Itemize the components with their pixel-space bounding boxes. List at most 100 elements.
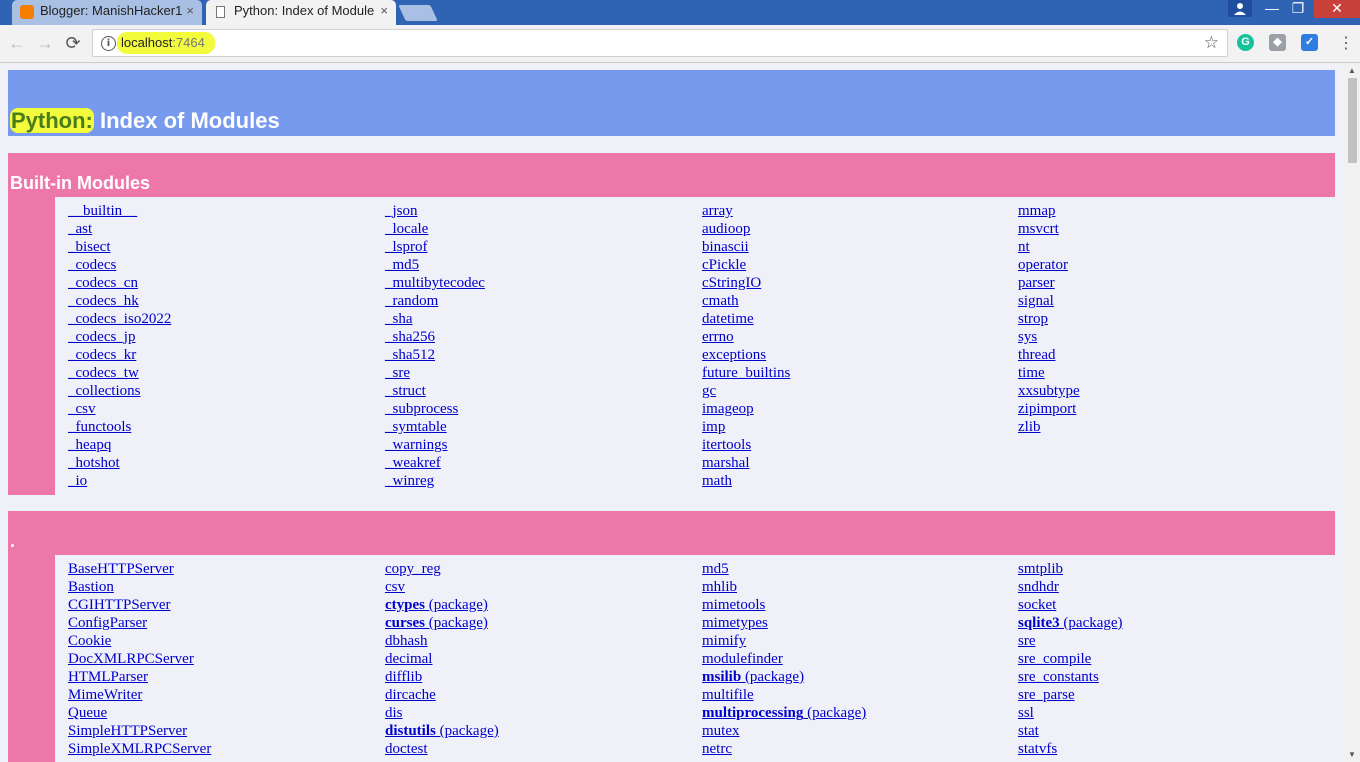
vertical-scrollbar[interactable]: ▲ ▼ [1345,63,1360,762]
module-link[interactable]: mimetypes [702,614,866,632]
module-link[interactable]: dbhash [385,632,499,650]
maximize-button[interactable]: ❐ [1286,0,1310,18]
module-link[interactable]: _weakref [385,454,485,472]
module-link[interactable]: difflib [385,668,499,686]
module-link[interactable]: _struct [385,382,485,400]
module-link[interactable]: marshal [702,454,790,472]
module-link[interactable]: _random [385,292,485,310]
module-link[interactable]: _sre [385,364,485,382]
chrome-menu-icon[interactable]: ⋮ [1338,33,1354,53]
module-link[interactable]: ctypes (package) [385,596,499,614]
module-link[interactable]: _collections [68,382,171,400]
module-link[interactable]: audioop [702,220,790,238]
module-link[interactable]: gc [702,382,790,400]
module-link[interactable]: datetime [702,310,790,328]
module-link[interactable]: _sha256 [385,328,485,346]
module-link[interactable]: dircache [385,686,499,704]
module-link[interactable]: zipimport [1018,400,1080,418]
module-link[interactable]: _codecs_cn [68,274,171,292]
scrollbar-thumb[interactable] [1348,78,1357,163]
module-link[interactable]: md5 [702,560,866,578]
module-link[interactable]: multiprocessing (package) [702,704,866,722]
module-link[interactable]: HTMLParser [68,668,211,686]
url-text[interactable]: localhost:7464 [121,35,205,50]
module-link[interactable]: _lsprof [385,238,485,256]
module-link[interactable]: ssl [1018,704,1123,722]
module-link[interactable]: _codecs_tw [68,364,171,382]
module-link[interactable]: strop [1018,310,1080,328]
close-tab-icon[interactable]: × [380,3,388,18]
module-link[interactable]: _subprocess [385,400,485,418]
module-link[interactable]: _codecs_jp [68,328,171,346]
module-link[interactable]: binascii [702,238,790,256]
module-link[interactable]: operator [1018,256,1080,274]
module-link[interactable]: DocXMLRPCServer [68,650,211,668]
module-link[interactable]: _codecs_hk [68,292,171,310]
module-link[interactable]: _sha512 [385,346,485,364]
module-link[interactable]: nt [1018,238,1080,256]
module-link[interactable]: array [702,202,790,220]
module-link[interactable]: stat [1018,722,1123,740]
module-link[interactable]: _codecs_kr [68,346,171,364]
module-link[interactable]: sndhdr [1018,578,1123,596]
module-link[interactable]: smtplib [1018,560,1123,578]
module-link[interactable]: SimpleXMLRPCServer [68,740,211,758]
close-window-button[interactable]: ✕ [1314,0,1360,18]
forward-button[interactable]: → [34,32,56,54]
scroll-down-arrow-icon[interactable]: ▼ [1348,750,1356,759]
module-link[interactable]: _csv [68,400,171,418]
module-link[interactable]: _winreg [385,472,485,490]
module-link[interactable]: doctest [385,740,499,758]
module-link[interactable]: Bastion [68,578,211,596]
module-link[interactable]: thread [1018,346,1080,364]
module-link[interactable]: statvfs [1018,740,1123,758]
profile-icon[interactable] [1228,0,1252,17]
module-link[interactable]: mhlib [702,578,866,596]
module-link[interactable]: _sha [385,310,485,328]
module-link[interactable]: parser [1018,274,1080,292]
module-link[interactable]: _symtable [385,418,485,436]
module-link[interactable]: future_builtins [702,364,790,382]
module-link[interactable]: _heapq [68,436,171,454]
module-link[interactable]: imp [702,418,790,436]
tab-python-index[interactable]: Python: Index of Module × [206,0,396,25]
module-link[interactable]: distutils (package) [385,722,499,740]
module-link[interactable]: _bisect [68,238,171,256]
module-link[interactable]: imageop [702,400,790,418]
module-link[interactable]: multifile [702,686,866,704]
tab-blogger[interactable]: Blogger: ManishHacker1 × [12,0,202,25]
module-link[interactable]: cPickle [702,256,790,274]
module-link[interactable]: xxsubtype [1018,382,1080,400]
module-link[interactable]: msilib (package) [702,668,866,686]
module-link[interactable]: csv [385,578,499,596]
module-link[interactable]: socket [1018,596,1123,614]
module-link[interactable]: msvcrt [1018,220,1080,238]
extension-icon[interactable]: ◆ [1269,34,1286,51]
module-link[interactable]: mmap [1018,202,1080,220]
module-link[interactable]: sqlite3 (package) [1018,614,1123,632]
back-button[interactable]: ← [6,32,28,54]
module-link[interactable]: sre_compile [1018,650,1123,668]
module-link[interactable]: cmath [702,292,790,310]
module-link[interactable]: modulefinder [702,650,866,668]
module-link[interactable]: sre [1018,632,1123,650]
module-link[interactable]: signal [1018,292,1080,310]
module-link[interactable]: math [702,472,790,490]
module-link[interactable]: copy_reg [385,560,499,578]
module-link[interactable]: _warnings [385,436,485,454]
module-link[interactable]: _io [68,472,171,490]
module-link[interactable]: _md5 [385,256,485,274]
module-link[interactable]: _functools [68,418,171,436]
bookmark-star-icon[interactable]: ☆ [1204,33,1219,53]
module-link[interactable]: itertools [702,436,790,454]
module-link[interactable]: sre_constants [1018,668,1123,686]
module-link[interactable]: exceptions [702,346,790,364]
module-link[interactable]: _json [385,202,485,220]
module-link[interactable]: MimeWriter [68,686,211,704]
module-link[interactable]: _codecs_iso2022 [68,310,171,328]
reload-button[interactable]: ⟳ [62,32,84,54]
module-link[interactable]: sys [1018,328,1080,346]
module-link[interactable]: __builtin__ [68,202,171,220]
grammarly-icon[interactable]: G [1237,34,1254,51]
module-link[interactable]: ConfigParser [68,614,211,632]
